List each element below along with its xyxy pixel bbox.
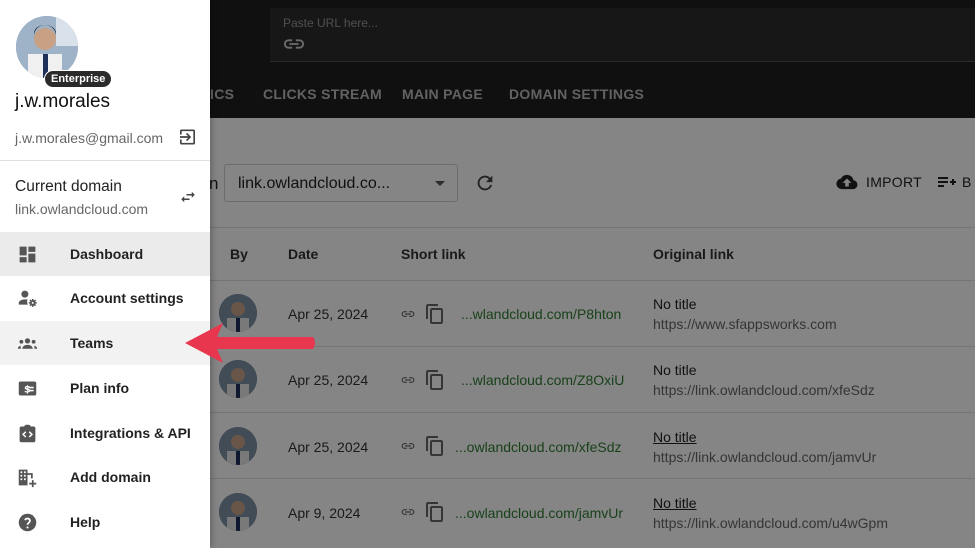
menu-item-label: Account settings <box>70 290 184 306</box>
add-domain-icon <box>18 469 37 488</box>
profile-avatar[interactable] <box>16 16 78 78</box>
integrations-icon <box>19 424 36 443</box>
annotation-arrow-icon <box>185 323 315 363</box>
divider <box>0 160 210 161</box>
menu-item-label: Dashboard <box>70 246 144 262</box>
account-settings-icon <box>18 290 37 307</box>
menu-item-label: Teams <box>70 335 114 351</box>
plan-info-icon: $ <box>18 381 37 396</box>
dashboard-icon <box>19 246 36 263</box>
help-icon <box>18 513 37 532</box>
current-domain-label: Current domain <box>15 178 122 195</box>
menu-item-label: Integrations & API <box>70 425 191 441</box>
menu-item-label: Help <box>70 514 101 530</box>
username: j.w.morales <box>15 91 111 112</box>
menu-item-integrations[interactable]: Integrations & API <box>0 411 210 455</box>
swap-horiz-icon[interactable] <box>178 188 198 206</box>
menu-item-plan-info[interactable]: $ Plan info <box>0 366 210 410</box>
menu-item-label: Add domain <box>70 469 151 485</box>
menu-item-dashboard[interactable]: Dashboard <box>0 232 210 276</box>
menu-item-label: Plan info <box>70 380 130 396</box>
current-domain-value: link.owlandcloud.com <box>15 201 149 217</box>
menu-item-help[interactable]: Help <box>0 500 210 544</box>
menu-item-teams[interactable]: Teams <box>0 321 210 365</box>
navigation-drawer: Enterprise j.w.morales j.w.morales@gmail… <box>0 0 210 548</box>
teams-icon <box>17 338 38 349</box>
menu-item-account-settings[interactable]: Account settings <box>0 276 210 320</box>
plan-badge: Enterprise <box>44 70 113 88</box>
menu-item-add-domain[interactable]: Add domain <box>0 455 210 499</box>
user-email: j.w.morales@gmail.com <box>15 130 164 146</box>
logout-icon[interactable] <box>177 127 198 147</box>
